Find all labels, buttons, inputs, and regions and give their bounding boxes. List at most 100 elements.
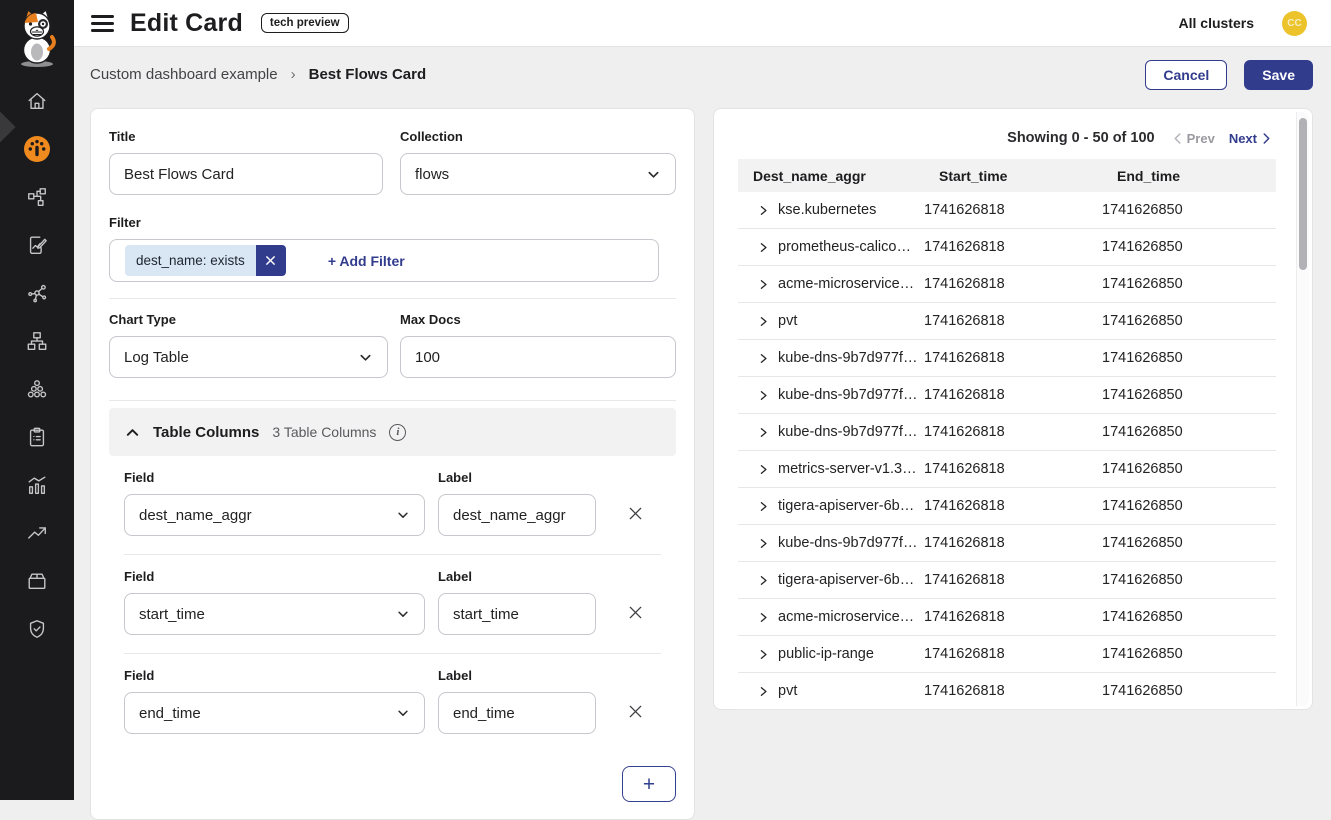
cell-end-time: 1741626850 <box>1102 572 1276 588</box>
expand-row-chevron-icon[interactable] <box>758 574 769 587</box>
expand-row-chevron-icon[interactable] <box>758 278 769 291</box>
table-scrollbar-thumb[interactable] <box>1299 118 1307 270</box>
sidebar-item-compliance[interactable] <box>23 615 51 643</box>
sidebar-item-home[interactable] <box>23 87 51 115</box>
table-row[interactable]: tigera-apiserver-6b… 1741626818 17416268… <box>738 562 1276 599</box>
clipboard-icon <box>26 426 48 448</box>
title-input[interactable] <box>109 153 383 195</box>
save-button[interactable]: Save <box>1244 60 1313 90</box>
remove-filter-button[interactable] <box>256 245 286 276</box>
sidebar-item-reports[interactable] <box>23 231 51 259</box>
expand-row-chevron-icon[interactable] <box>758 537 769 550</box>
filter-box[interactable]: dest_name: exists + Add Filter <box>109 239 659 282</box>
field-select[interactable]: dest_name_aggr <box>124 494 425 536</box>
table-row[interactable]: pvt 1741626818 1741626850 <box>738 303 1276 340</box>
cluster-selector[interactable]: All clusters <box>1179 15 1254 31</box>
table-row[interactable]: kube-dns-9b7d977f… 1741626818 1741626850 <box>738 377 1276 414</box>
sidebar-item-logs[interactable] <box>23 471 51 499</box>
table-row[interactable]: kse.kubernetes 1741626818 1741626850 <box>738 192 1276 229</box>
info-icon[interactable]: i <box>389 424 406 441</box>
sidebar-item-threat-defense[interactable] <box>23 519 51 547</box>
user-avatar[interactable]: CC <box>1282 11 1307 36</box>
table-row[interactable]: kube-dns-9b7d977f… 1741626818 1741626850 <box>738 414 1276 451</box>
label-label: Label <box>438 668 596 683</box>
table-row[interactable]: tigera-apiserver-6b… 1741626818 17416268… <box>738 488 1276 525</box>
field-select[interactable]: end_time <box>124 692 425 734</box>
sidebar-item-service-graph[interactable] <box>23 183 51 211</box>
label-input[interactable] <box>438 593 596 635</box>
table-row[interactable]: acme-microservice… 1741626818 1741626850 <box>738 266 1276 303</box>
cell-end-time: 1741626850 <box>1102 350 1276 366</box>
add-column-button[interactable]: + <box>622 766 676 802</box>
table-row[interactable]: kube-dns-9b7d977f… 1741626818 1741626850 <box>738 525 1276 562</box>
sidebar-item-clusters[interactable] <box>23 375 51 403</box>
cell-dest-name-aggr: public-ip-range <box>778 646 924 662</box>
remove-column-button[interactable] <box>627 504 644 526</box>
table-row[interactable]: kube-dns-9b7d977f… 1741626818 1741626850 <box>738 340 1276 377</box>
cancel-button[interactable]: Cancel <box>1145 60 1227 90</box>
sidebar-item-policies[interactable] <box>23 423 51 451</box>
chart-type-select[interactable]: Log Table <box>109 336 388 378</box>
expand-row-chevron-icon[interactable] <box>758 315 769 328</box>
expand-row-chevron-icon[interactable] <box>758 389 769 402</box>
chart-type-select-value: Log Table <box>124 349 189 366</box>
table-columns-section-header[interactable]: Table Columns 3 Table Columns i <box>109 408 676 456</box>
remove-column-button[interactable] <box>627 603 644 625</box>
table-column-row: Field start_time Label <box>124 555 661 654</box>
table-row[interactable]: metrics-server-v1.3… 1741626818 17416268… <box>738 451 1276 488</box>
table-scrollbar-track[interactable] <box>1296 112 1309 706</box>
cell-start-time: 1741626818 <box>924 646 1102 662</box>
expand-row-chevron-icon[interactable] <box>758 685 769 698</box>
title-field-label: Title <box>109 129 383 144</box>
chevron-down-icon <box>396 607 410 621</box>
sidebar-item-flow-visualizer[interactable] <box>23 279 51 307</box>
bar-chart-icon <box>26 474 48 496</box>
table-columns-title: Table Columns <box>153 424 259 441</box>
expand-row-chevron-icon[interactable] <box>758 500 769 513</box>
page-title: Edit Card <box>130 9 243 38</box>
expand-row-chevron-icon[interactable] <box>758 463 769 476</box>
table-row[interactable]: public-ip-range 1741626818 1741626850 <box>738 636 1276 673</box>
divider <box>109 298 676 299</box>
chevron-down-icon <box>358 350 373 365</box>
cell-start-time: 1741626818 <box>924 424 1102 440</box>
next-page-button[interactable]: Next <box>1229 131 1271 146</box>
add-filter-button[interactable]: + Add Filter <box>328 253 405 269</box>
home-icon <box>26 90 48 112</box>
expand-row-chevron-icon[interactable] <box>758 648 769 661</box>
field-label: Field <box>124 470 425 485</box>
sidebar-item-networks[interactable] <box>23 327 51 355</box>
sidebar-item-dashboards-active[interactable] <box>23 135 51 163</box>
max-docs-input[interactable] <box>400 336 676 378</box>
cell-start-time: 1741626818 <box>924 239 1102 255</box>
label-input[interactable] <box>438 692 596 734</box>
label-input[interactable] <box>438 494 596 536</box>
expand-row-chevron-icon[interactable] <box>758 241 769 254</box>
expand-row-chevron-icon[interactable] <box>758 352 769 365</box>
package-icon <box>26 570 48 592</box>
breadcrumb-parent[interactable]: Custom dashboard example <box>90 66 278 83</box>
cell-start-time: 1741626818 <box>924 535 1102 551</box>
remove-column-button[interactable] <box>627 702 644 724</box>
cell-start-time: 1741626818 <box>924 683 1102 699</box>
expand-row-chevron-icon[interactable] <box>758 204 769 217</box>
table-row[interactable]: acme-microservice… 1741626818 1741626850 <box>738 599 1276 636</box>
cell-dest-name-aggr: kube-dns-9b7d977f… <box>778 387 924 403</box>
table-row[interactable]: prometheus-calico… 1741626818 1741626850 <box>738 229 1276 266</box>
report-edit-icon <box>26 234 48 256</box>
column-header-end-time: End_time <box>1117 168 1276 184</box>
collection-select[interactable]: flows <box>400 153 676 195</box>
table-row[interactable]: pvt 1741626818 1741626850 <box>738 673 1276 710</box>
field-select[interactable]: start_time <box>124 593 425 635</box>
divider <box>109 400 676 401</box>
expand-row-chevron-icon[interactable] <box>758 426 769 439</box>
prev-page-button[interactable]: Prev <box>1173 131 1215 146</box>
cell-end-time: 1741626850 <box>1102 498 1276 514</box>
field-label: Field <box>124 668 425 683</box>
cell-start-time: 1741626818 <box>924 461 1102 477</box>
cell-start-time: 1741626818 <box>924 313 1102 329</box>
hamburger-menu-icon[interactable] <box>91 15 114 32</box>
expand-row-chevron-icon[interactable] <box>758 611 769 624</box>
card-editor-panel: Title Collection flows Filter dest_name:… <box>90 108 695 820</box>
sidebar-item-image-assurance[interactable] <box>23 567 51 595</box>
